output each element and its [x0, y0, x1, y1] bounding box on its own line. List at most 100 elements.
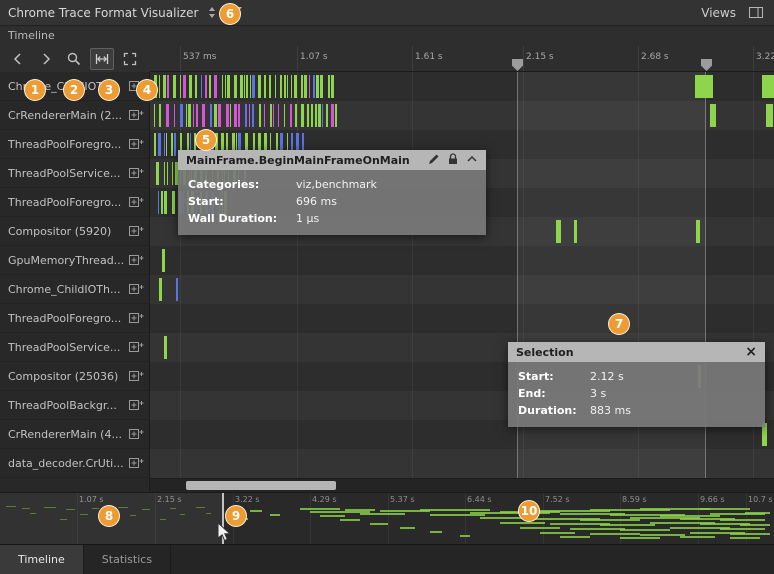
expand-track-button[interactable]	[129, 457, 144, 469]
trace-event[interactable]	[186, 104, 187, 127]
trace-event[interactable]	[234, 104, 237, 127]
trace-event[interactable]	[331, 104, 334, 127]
trace-event[interactable]	[335, 104, 337, 127]
expand-track-button[interactable]	[129, 196, 144, 208]
expand-track-button[interactable]	[129, 370, 144, 382]
trace-event[interactable]	[328, 75, 330, 98]
trace-event[interactable]	[301, 75, 303, 98]
trace-event[interactable]	[159, 278, 162, 301]
trace-event[interactable]	[695, 75, 713, 98]
trace-event[interactable]	[295, 104, 297, 127]
trace-event[interactable]	[195, 75, 197, 98]
trace-event[interactable]	[171, 133, 173, 156]
expand-track-button[interactable]	[129, 225, 144, 237]
trace-event[interactable]	[278, 104, 279, 127]
tab-timeline[interactable]: Timeline	[0, 545, 84, 574]
expand-track-button[interactable]	[129, 312, 144, 324]
trace-event[interactable]	[275, 75, 276, 98]
trace-event[interactable]	[287, 75, 288, 98]
trace-event[interactable]	[172, 191, 175, 214]
trace-event[interactable]	[246, 75, 248, 98]
trace-event[interactable]	[258, 75, 261, 98]
trace-event[interactable]	[252, 75, 255, 98]
expand-track-button[interactable]	[129, 167, 144, 179]
expand-track-button[interactable]	[129, 399, 144, 411]
trace-event[interactable]	[174, 104, 175, 127]
trace-event[interactable]	[294, 75, 297, 98]
trace-event[interactable]	[164, 191, 167, 214]
trace-event[interactable]	[309, 75, 310, 98]
trace-event[interactable]	[162, 249, 165, 272]
trace-event[interactable]	[311, 104, 313, 127]
trace-event[interactable]	[259, 104, 261, 127]
trace-event[interactable]	[301, 104, 304, 127]
trace-event[interactable]	[183, 75, 186, 98]
trace-event[interactable]	[240, 75, 243, 98]
track-row[interactable]: data_decoder.CrUti...	[0, 449, 149, 478]
trace-event[interactable]	[180, 104, 183, 127]
trace-event[interactable]	[193, 104, 194, 127]
fit-width-button[interactable]	[90, 48, 114, 70]
trace-event[interactable]	[264, 104, 265, 127]
trace-event[interactable]	[264, 75, 266, 98]
track-row[interactable]: ThreadPoolForegro...	[0, 304, 149, 333]
trace-event[interactable]	[218, 104, 221, 127]
trace-event[interactable]	[320, 75, 323, 98]
trace-event[interactable]	[316, 75, 319, 98]
trace-event[interactable]	[304, 75, 307, 98]
trace-event[interactable]	[164, 133, 165, 156]
trace-event[interactable]	[156, 162, 159, 185]
trace-event[interactable]	[205, 75, 207, 98]
trace-event[interactable]	[210, 104, 212, 127]
trace-event[interactable]	[322, 104, 323, 127]
trace-event[interactable]	[163, 75, 166, 98]
trace-event[interactable]	[245, 104, 247, 127]
edit-pencil-icon[interactable]	[428, 153, 440, 168]
trace-event[interactable]	[166, 104, 169, 127]
trace-event[interactable]	[766, 104, 773, 127]
trace-event[interactable]	[234, 75, 237, 98]
trace-event[interactable]	[696, 220, 700, 243]
expand-track-button[interactable]	[129, 254, 144, 266]
expand-track-button[interactable]	[129, 428, 144, 440]
trace-event[interactable]	[166, 133, 167, 156]
prev-event-button[interactable]	[6, 48, 30, 70]
track-row[interactable]: CrRendererMain (4...	[0, 420, 149, 449]
trace-event[interactable]	[202, 104, 205, 127]
track-row[interactable]: CrRendererMain (2...	[0, 101, 149, 130]
trace-event[interactable]	[307, 104, 309, 127]
trace-event[interactable]	[159, 75, 160, 98]
trace-event[interactable]	[222, 75, 223, 98]
trace-event[interactable]	[173, 75, 176, 98]
trace-event[interactable]	[269, 75, 271, 98]
trace-event[interactable]	[225, 75, 226, 98]
trace-event[interactable]	[227, 75, 230, 98]
trace-event[interactable]	[326, 104, 328, 127]
collapse-chevron-icon[interactable]	[466, 154, 478, 167]
trace-event[interactable]	[252, 104, 254, 127]
selection-end-handle[interactable]	[701, 59, 712, 71]
lock-icon[interactable]	[447, 153, 459, 168]
trace-event[interactable]	[556, 220, 561, 243]
event-tooltip-header[interactable]: MainFrame.BeginMainFrameOnMain	[178, 150, 486, 170]
trace-event[interactable]	[196, 104, 198, 127]
trace-event[interactable]	[249, 104, 250, 127]
trace-event[interactable]	[250, 75, 251, 98]
trace-event[interactable]	[230, 104, 231, 127]
trace-event[interactable]	[209, 75, 211, 98]
trace-event[interactable]	[172, 162, 173, 185]
trace-event[interactable]	[284, 75, 286, 98]
trace-event[interactable]	[574, 220, 577, 243]
trace-event[interactable]	[164, 162, 165, 185]
next-event-button[interactable]	[34, 48, 58, 70]
trace-event[interactable]	[154, 133, 156, 156]
trace-event[interactable]	[201, 75, 202, 98]
trace-event[interactable]	[238, 104, 240, 127]
trace-event[interactable]	[154, 104, 155, 127]
selection-popup-header[interactable]: Selection ×	[508, 342, 765, 362]
trace-event[interactable]	[188, 104, 191, 127]
scrollbar-thumb[interactable]	[186, 481, 336, 490]
trace-event[interactable]	[270, 104, 272, 127]
trace-event[interactable]	[214, 75, 217, 98]
trace-event[interactable]	[161, 191, 163, 214]
